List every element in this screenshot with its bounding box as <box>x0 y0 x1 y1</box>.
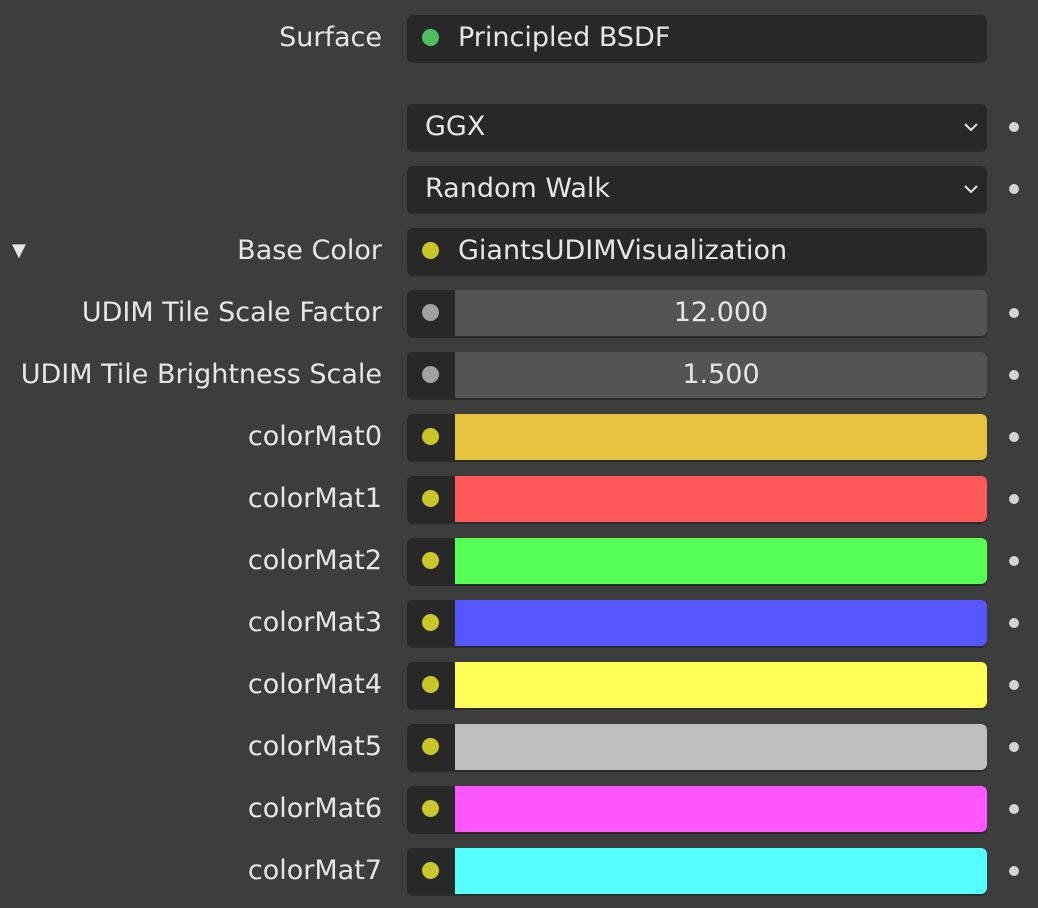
tile-brightness-row: UDIM Tile Brightness Scale 1.500 <box>0 352 1038 398</box>
color-socket-icon[interactable] <box>422 552 439 569</box>
base-color-label: Base Color <box>237 235 382 266</box>
tile-scale-row: UDIM Tile Scale Factor 12.000 <box>0 290 1038 336</box>
keyframe-dot-icon[interactable] <box>1009 308 1019 318</box>
color-mat-label: colorMat5 <box>247 731 382 762</box>
color-mat-label: colorMat0 <box>247 421 382 452</box>
chevron-down-icon <box>964 123 978 132</box>
color-mat-row: colorMat1 <box>0 476 1038 522</box>
base-color-row: ▼ Base Color GiantsUDIMVisualization <box>0 228 1038 274</box>
keyframe-dot-icon[interactable] <box>1009 804 1019 814</box>
keyframe-dot-icon[interactable] <box>1009 494 1019 504</box>
color-swatch[interactable] <box>455 662 987 708</box>
distribution-value: GGX <box>425 111 486 142</box>
color-swatch[interactable] <box>455 600 987 646</box>
tile-scale-socket-icon[interactable] <box>422 304 439 321</box>
base-color-socket-icon[interactable] <box>422 242 439 259</box>
color-mat-field <box>407 662 987 708</box>
color-mat-field <box>407 600 987 646</box>
distribution-dropdown[interactable]: GGX <box>407 104 987 150</box>
color-mat-row: colorMat4 <box>0 662 1038 708</box>
color-swatch[interactable] <box>455 414 987 460</box>
color-socket-icon[interactable] <box>422 490 439 507</box>
tile-scale-number-input[interactable]: 12.000 <box>455 290 987 336</box>
tile-brightness-label: UDIM Tile Brightness Scale <box>20 359 382 390</box>
surface-row: Surface Principled BSDF <box>0 15 1038 61</box>
color-socket-icon[interactable] <box>422 676 439 693</box>
color-mat-field <box>407 476 987 522</box>
color-mat-field <box>407 786 987 832</box>
color-mat-label: colorMat4 <box>247 669 382 700</box>
subsurface-method-row: Random Walk <box>0 166 1038 212</box>
color-mat-field <box>407 414 987 460</box>
color-mat-row: colorMat7 <box>0 848 1038 894</box>
keyframe-dot-icon[interactable] <box>1009 370 1019 380</box>
base-color-node-field[interactable]: GiantsUDIMVisualization <box>407 228 987 274</box>
keyframe-dot-icon[interactable] <box>1009 680 1019 690</box>
color-swatch[interactable] <box>455 476 987 522</box>
color-socket-icon[interactable] <box>422 428 439 445</box>
distribution-row: GGX <box>0 104 1038 150</box>
color-mat-field <box>407 848 987 894</box>
color-mat-field <box>407 724 987 770</box>
surface-socket-icon[interactable] <box>422 29 439 46</box>
color-socket-icon[interactable] <box>422 614 439 631</box>
tile-brightness-field: 1.500 <box>407 352 987 398</box>
keyframe-dot-icon[interactable] <box>1009 122 1019 132</box>
keyframe-dot-icon[interactable] <box>1009 556 1019 566</box>
color-socket-icon[interactable] <box>422 800 439 817</box>
color-mat-label: colorMat7 <box>247 855 382 886</box>
keyframe-dot-icon[interactable] <box>1009 866 1019 876</box>
tile-brightness-socket-icon[interactable] <box>422 366 439 383</box>
keyframe-dot-icon[interactable] <box>1009 184 1019 194</box>
color-mat-label: colorMat3 <box>247 607 382 638</box>
surface-label: Surface <box>279 22 382 53</box>
keyframe-dot-icon[interactable] <box>1009 618 1019 628</box>
expand-triangle-icon[interactable]: ▼ <box>12 228 26 274</box>
color-socket-icon[interactable] <box>422 738 439 755</box>
base-color-node-value: GiantsUDIMVisualization <box>458 235 788 266</box>
color-mat-label: colorMat6 <box>247 793 382 824</box>
tile-brightness-number-input[interactable]: 1.500 <box>455 352 987 398</box>
surface-shader-field[interactable]: Principled BSDF <box>407 15 987 61</box>
color-swatch[interactable] <box>455 538 987 584</box>
color-swatch[interactable] <box>455 848 987 894</box>
color-mat-row: colorMat5 <box>0 724 1038 770</box>
chevron-down-icon <box>964 185 978 194</box>
keyframe-dot-icon[interactable] <box>1009 742 1019 752</box>
color-mat-row: colorMat0 <box>0 414 1038 460</box>
color-socket-icon[interactable] <box>422 862 439 879</box>
surface-shader-value: Principled BSDF <box>458 22 671 53</box>
color-mat-row: colorMat6 <box>0 786 1038 832</box>
color-mat-row: colorMat3 <box>0 600 1038 646</box>
tile-scale-label: UDIM Tile Scale Factor <box>81 297 382 328</box>
color-mat-label: colorMat2 <box>247 545 382 576</box>
subsurface-method-dropdown[interactable]: Random Walk <box>407 166 987 212</box>
color-swatch[interactable] <box>455 724 987 770</box>
color-mat-row: colorMat2 <box>0 538 1038 584</box>
subsurface-method-value: Random Walk <box>425 173 611 204</box>
tile-scale-field: 12.000 <box>407 290 987 336</box>
color-swatch[interactable] <box>455 786 987 832</box>
color-mat-field <box>407 538 987 584</box>
keyframe-dot-icon[interactable] <box>1009 432 1019 442</box>
color-mat-label: colorMat1 <box>247 483 382 514</box>
